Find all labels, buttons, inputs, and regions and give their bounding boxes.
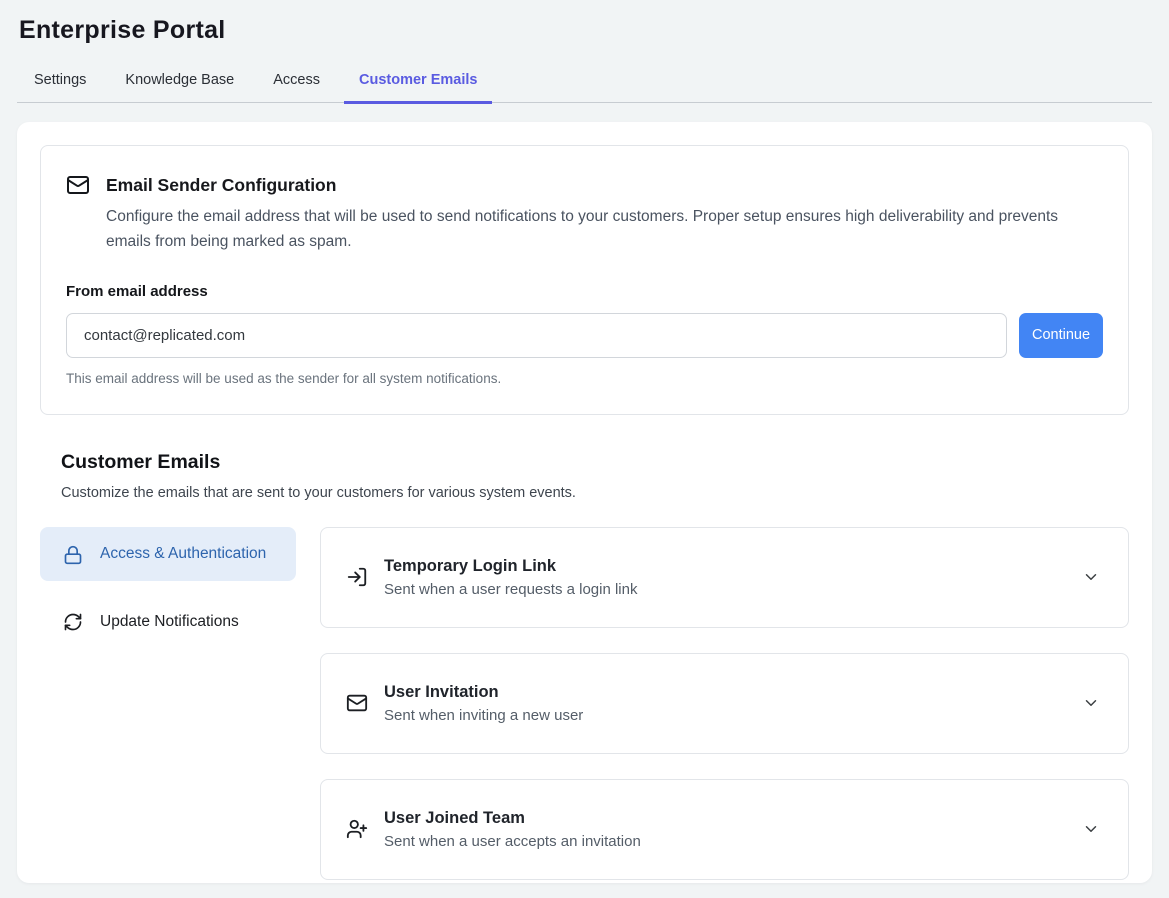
refresh-icon	[63, 612, 83, 632]
category-label: Update Notifications	[100, 610, 239, 634]
mail-icon	[346, 692, 368, 714]
email-card-title: User Joined Team	[384, 809, 641, 828]
page-header: Enterprise Portal Settings Knowledge Bas…	[0, 0, 1169, 104]
email-sender-configuration-card: Email Sender Configuration Configure the…	[40, 145, 1129, 415]
email-card-title: Temporary Login Link	[384, 557, 637, 576]
continue-button[interactable]: Continue	[1019, 313, 1103, 358]
mail-icon	[66, 173, 90, 197]
from-email-label: From email address	[66, 283, 1103, 300]
customer-emails-grid: Access & Authentication Update Notificat…	[40, 527, 1129, 880]
tab-bar: Settings Knowledge Base Access Customer …	[19, 62, 1150, 104]
tab-customer-emails[interactable]: Customer Emails	[344, 62, 492, 104]
sender-card-title: Email Sender Configuration	[106, 175, 336, 196]
email-card-subtitle: Sent when a user accepts an invitation	[384, 833, 641, 850]
tab-knowledge-base[interactable]: Knowledge Base	[110, 62, 249, 104]
from-email-input[interactable]	[66, 313, 1007, 358]
chevron-down-icon	[1082, 820, 1100, 838]
user-plus-icon	[346, 818, 368, 840]
email-card-user-invitation[interactable]: User Invitation Sent when inviting a new…	[320, 653, 1129, 754]
category-update-notifications[interactable]: Update Notifications	[40, 595, 296, 649]
login-icon	[346, 566, 368, 588]
page-title: Enterprise Portal	[19, 16, 1150, 45]
sender-card-description: Configure the email address that will be…	[106, 205, 1091, 255]
customer-emails-title: Customer Emails	[61, 451, 1129, 474]
email-card-subtitle: Sent when a user requests a login link	[384, 581, 637, 598]
email-helper-text: This email address will be used as the s…	[66, 371, 1103, 386]
customer-emails-subtitle: Customize the emails that are sent to yo…	[61, 485, 1129, 501]
tab-settings[interactable]: Settings	[19, 62, 101, 104]
category-access-authentication[interactable]: Access & Authentication	[40, 527, 296, 581]
lock-icon	[63, 545, 83, 565]
category-label: Access & Authentication	[100, 542, 266, 566]
chevron-down-icon	[1082, 694, 1100, 712]
email-card-title: User Invitation	[384, 683, 583, 702]
chevron-down-icon	[1082, 568, 1100, 586]
tab-access[interactable]: Access	[258, 62, 335, 104]
email-card-subtitle: Sent when inviting a new user	[384, 707, 583, 724]
email-card-temporary-login-link[interactable]: Temporary Login Link Sent when a user re…	[320, 527, 1129, 628]
main-panel: Email Sender Configuration Configure the…	[17, 122, 1152, 883]
email-category-list: Access & Authentication Update Notificat…	[40, 527, 296, 649]
email-card-user-joined-team[interactable]: User Joined Team Sent when a user accept…	[320, 779, 1129, 880]
email-template-list: Temporary Login Link Sent when a user re…	[320, 527, 1129, 880]
